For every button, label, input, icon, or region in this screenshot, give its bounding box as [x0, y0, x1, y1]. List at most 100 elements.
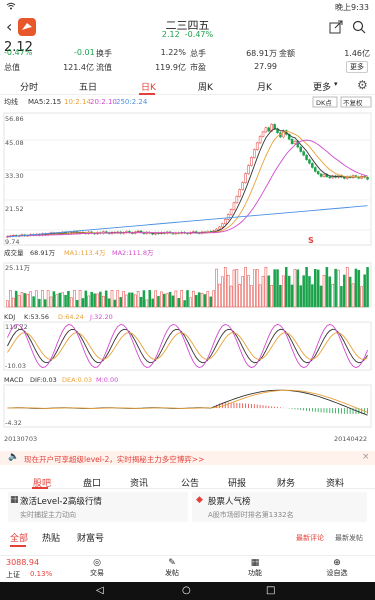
ma-label: 均线 — [4, 97, 18, 106]
add-watchlist-button[interactable]: ⊕ 设自选 — [320, 558, 354, 578]
price-tick-label: 33.30 — [5, 172, 24, 180]
tab-wealth[interactable]: 财富号 — [77, 531, 104, 544]
candle — [293, 140, 297, 144]
turnover-value: 1.22% — [160, 48, 186, 57]
level2-card[interactable]: ▦ 激活Level-2高级行情 实时捕捉主力动向 — [8, 492, 188, 522]
kline-chart[interactable]: 均线 MA5:2.15 10:2.14 20:2.10 250:2.24 DK点 不复权 56… — [0, 95, 375, 450]
candle — [290, 138, 294, 144]
volume-bar — [110, 290, 114, 308]
close-icon[interactable]: × — [362, 452, 370, 462]
volume-bar — [258, 284, 262, 308]
volume-bar — [6, 300, 9, 308]
macd-dif-line — [7, 389, 368, 416]
volume-bar — [314, 269, 317, 308]
volume-bar — [345, 267, 349, 308]
candle — [226, 214, 230, 220]
volume-bar — [282, 275, 285, 308]
amount-value: 1.46亿 — [344, 49, 370, 58]
volume-bar — [255, 269, 259, 308]
gear-icon[interactable]: ⚙ — [357, 78, 368, 92]
volume-ma2: MA2:111.8万 — [112, 249, 154, 257]
latest-comment-link[interactable]: 最新评论 — [296, 533, 324, 543]
latest-post-link[interactable]: 最新发帖 — [335, 533, 363, 543]
volume-bar — [58, 292, 61, 308]
function-button[interactable]: ▦ 功能 — [243, 558, 267, 578]
nav-recents-icon[interactable]: □ — [266, 585, 275, 596]
tab-research[interactable]: 研报 — [228, 476, 246, 489]
tab-weekly-k[interactable]: 周K — [198, 80, 213, 93]
volume-bar — [250, 285, 253, 308]
volume-bar — [131, 292, 134, 308]
search-icon[interactable] — [352, 19, 366, 38]
volume-bar — [273, 269, 276, 308]
volume-bar — [189, 297, 192, 308]
more-button[interactable]: 更多 — [346, 61, 368, 73]
macd-dea: DEA:0.03 — [62, 376, 92, 384]
level2-icon: ▦ — [10, 495, 19, 505]
candle — [258, 136, 262, 144]
candle — [267, 127, 271, 132]
volume-label: 总手 — [190, 49, 206, 58]
candle — [264, 127, 268, 133]
tab-monthly-k[interactable]: 月K — [257, 80, 272, 93]
candle — [316, 171, 320, 175]
tab-profile[interactable]: 资料 — [326, 476, 344, 489]
share-icon[interactable] — [329, 19, 343, 38]
volume-bar — [174, 290, 178, 308]
tab-intraday[interactable]: 分时 — [20, 80, 38, 93]
volume-bar — [14, 290, 18, 308]
macd-label: MACD — [4, 376, 23, 384]
volume-bar — [133, 294, 137, 308]
volume-bar — [20, 292, 24, 308]
candle — [319, 173, 323, 177]
volume-bar — [209, 296, 212, 308]
volume-bar — [264, 267, 268, 308]
candle — [223, 219, 227, 225]
tab-more[interactable]: 更多 — [313, 80, 331, 93]
tab-five-day[interactable]: 五日 — [79, 80, 97, 93]
volume-ma1: MA1:113.4万 — [64, 249, 106, 257]
volume-bar — [354, 268, 358, 308]
volume-top-label: 25.11万 — [5, 264, 31, 272]
volume-bar — [360, 286, 364, 308]
tab-news[interactable]: 资讯 — [130, 476, 148, 489]
volume-bar — [357, 270, 361, 308]
candle — [250, 157, 253, 166]
volume-bar — [186, 290, 189, 308]
tab-daily-k[interactable]: 日K — [141, 80, 156, 93]
volume-bar — [93, 293, 96, 308]
title-bar: ‹ 二三四五 2.12 -0.47% — [0, 14, 375, 40]
info-tabs: 股吧 盘口 资讯 公告 研报 财务 资料 — [0, 473, 375, 489]
macd-frame — [3, 384, 372, 428]
volume-bar — [267, 275, 271, 308]
popularity-card[interactable]: ◆ 股票人气榜 A股市场即时排名第1332名 — [192, 492, 367, 522]
ma20-line — [7, 139, 368, 237]
post-button[interactable]: ✎ 发帖 — [160, 558, 184, 578]
tab-finance[interactable]: 财务 — [277, 476, 295, 489]
volume-bar — [212, 290, 215, 308]
volume-bar — [305, 267, 308, 308]
trade-button[interactable]: ◎ 交易 — [85, 558, 109, 578]
volume-bar — [11, 297, 15, 308]
volume-bar — [165, 293, 169, 308]
kdj-k: K:53.56 — [24, 313, 49, 321]
ma5-line — [7, 128, 368, 237]
volume-bar — [52, 291, 56, 308]
kdj-j: J:32.20 — [89, 313, 113, 321]
volume-bar — [32, 296, 35, 308]
tab-hot[interactable]: 热贴 — [42, 531, 60, 544]
volume-bar — [218, 283, 221, 308]
volume-bar — [197, 292, 201, 308]
tab-all[interactable]: 全部 — [10, 531, 28, 544]
total-value-label: 总值 — [4, 63, 20, 72]
level2-banner[interactable]: 🔈 现在开户可享超级level-2，实时揭秘主力多空博弈>> × — [0, 451, 375, 465]
candle — [229, 209, 233, 215]
nav-back-icon[interactable]: ◁ — [96, 585, 104, 596]
volume-bar — [319, 285, 323, 308]
tab-pankou[interactable]: 盘口 — [83, 476, 101, 489]
tab-notice[interactable]: 公告 — [181, 476, 199, 489]
volume-bar — [72, 290, 76, 308]
nav-home-icon[interactable]: ○ — [182, 585, 191, 596]
status-time: 晚上9:33 — [335, 3, 369, 12]
chevron-down-icon[interactable]: ▾ — [334, 80, 338, 88]
